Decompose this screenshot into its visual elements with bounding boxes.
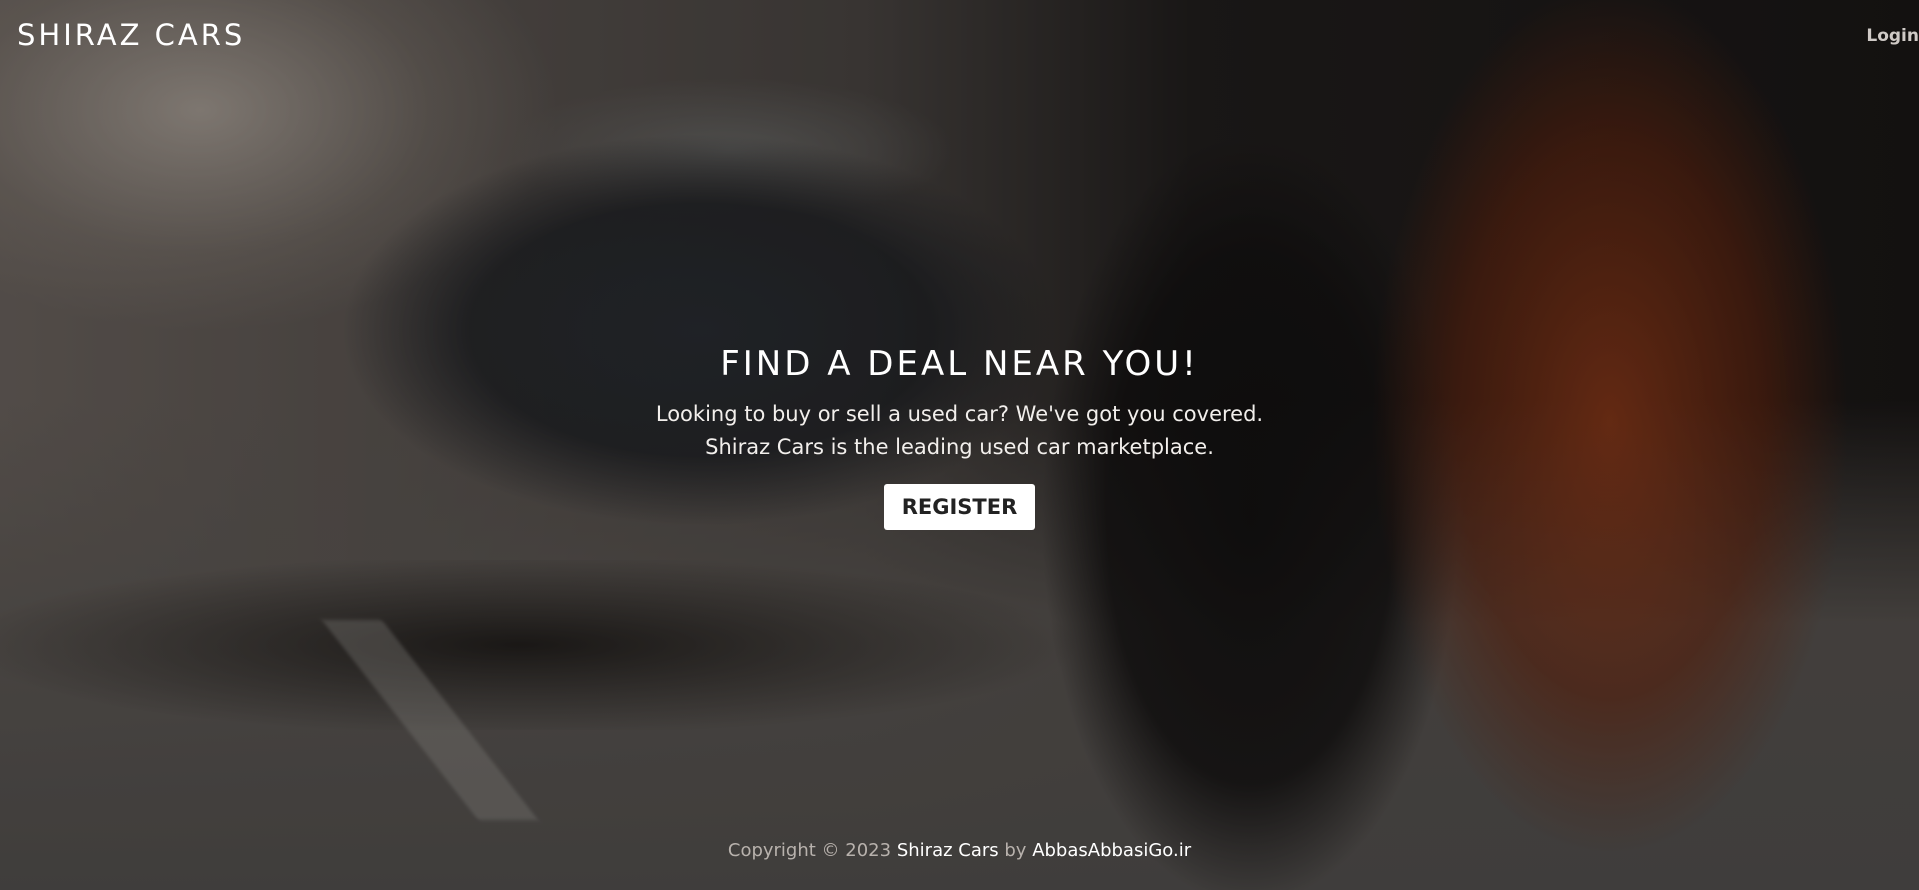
footer-site-link[interactable]: Shiraz Cars xyxy=(897,840,999,861)
footer: Copyright © 2023 Shiraz Cars by AbbasAbb… xyxy=(0,840,1919,861)
footer-author-link[interactable]: AbbasAbbasiGo.ir xyxy=(1032,840,1191,861)
tagline-line-2: Shiraz Cars is the leading used car mark… xyxy=(705,435,1214,459)
brand-logo-link[interactable]: SHIRAZ CARS xyxy=(17,18,245,52)
hero-section: SHIRAZ CARS Login FIND A DEAL NEAR YOU! … xyxy=(0,0,1919,890)
tagline-line-1: Looking to buy or sell a used car? We've… xyxy=(655,402,1264,426)
footer-by-text: by xyxy=(1004,840,1027,861)
copyright-text: Copyright © 2023 xyxy=(727,840,892,861)
hero-content: FIND A DEAL NEAR YOU! Looking to buy or … xyxy=(0,344,1919,530)
hero-headline: FIND A DEAL NEAR YOU! xyxy=(720,344,1199,384)
hero-tagline: Looking to buy or sell a used car? We've… xyxy=(0,398,1919,464)
register-button[interactable]: REGISTER xyxy=(883,484,1036,530)
login-link[interactable]: Login xyxy=(1866,26,1919,46)
